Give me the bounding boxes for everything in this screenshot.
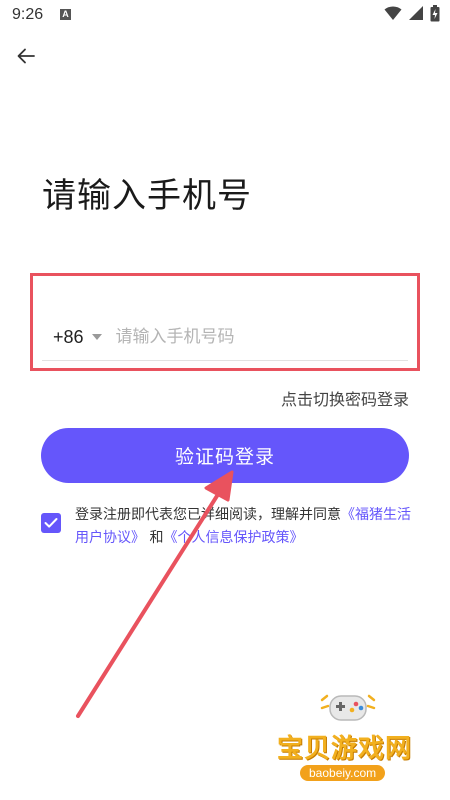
agreement-text: 登录注册即代表您已详细阅读，理解并同意《福猪生活用户协议》 和《个人信息保护政策…: [75, 504, 411, 550]
status-icons: [384, 4, 440, 26]
battery-icon: [430, 4, 440, 26]
watermark: 宝贝游戏网 baobeiy.com: [262, 686, 450, 800]
country-code-text: +86: [53, 326, 84, 347]
phone-input-row: +86: [42, 314, 408, 361]
gamepad-icon: [318, 686, 378, 732]
back-button[interactable]: [12, 44, 40, 72]
agreement-and: 和: [149, 530, 164, 546]
chevron-down-icon: [91, 334, 102, 340]
status-time: 9:26: [12, 6, 44, 23]
back-arrow-icon: [17, 48, 35, 68]
watermark-title: 宝贝游戏网: [277, 734, 413, 764]
country-code-selector[interactable]: +86: [42, 327, 102, 348]
privacy-policy-link[interactable]: 《个人信息保护政策》: [163, 530, 303, 546]
watermark-url: baobeiy.com: [300, 765, 386, 781]
agreement-prefix: 登录注册即代表您已详细阅读，理解并同意: [75, 507, 341, 523]
agreement-checkbox[interactable]: [41, 513, 61, 533]
agreement-section: 登录注册即代表您已详细阅读，理解并同意《福猪生活用户协议》 和《个人信息保护政策…: [41, 504, 411, 550]
checkmark-icon: [44, 514, 58, 533]
wifi-icon: [384, 5, 402, 25]
status-bar: 9:26 A: [0, 0, 450, 32]
phone-number-input[interactable]: [115, 327, 356, 347]
page-title: 请输入手机号: [42, 176, 252, 216]
switch-password-login-link[interactable]: 点击切换密码登录: [281, 386, 409, 410]
sms-login-button[interactable]: 验证码登录: [41, 428, 409, 483]
notification-a-icon: A: [60, 9, 71, 20]
signal-icon: [408, 5, 424, 25]
